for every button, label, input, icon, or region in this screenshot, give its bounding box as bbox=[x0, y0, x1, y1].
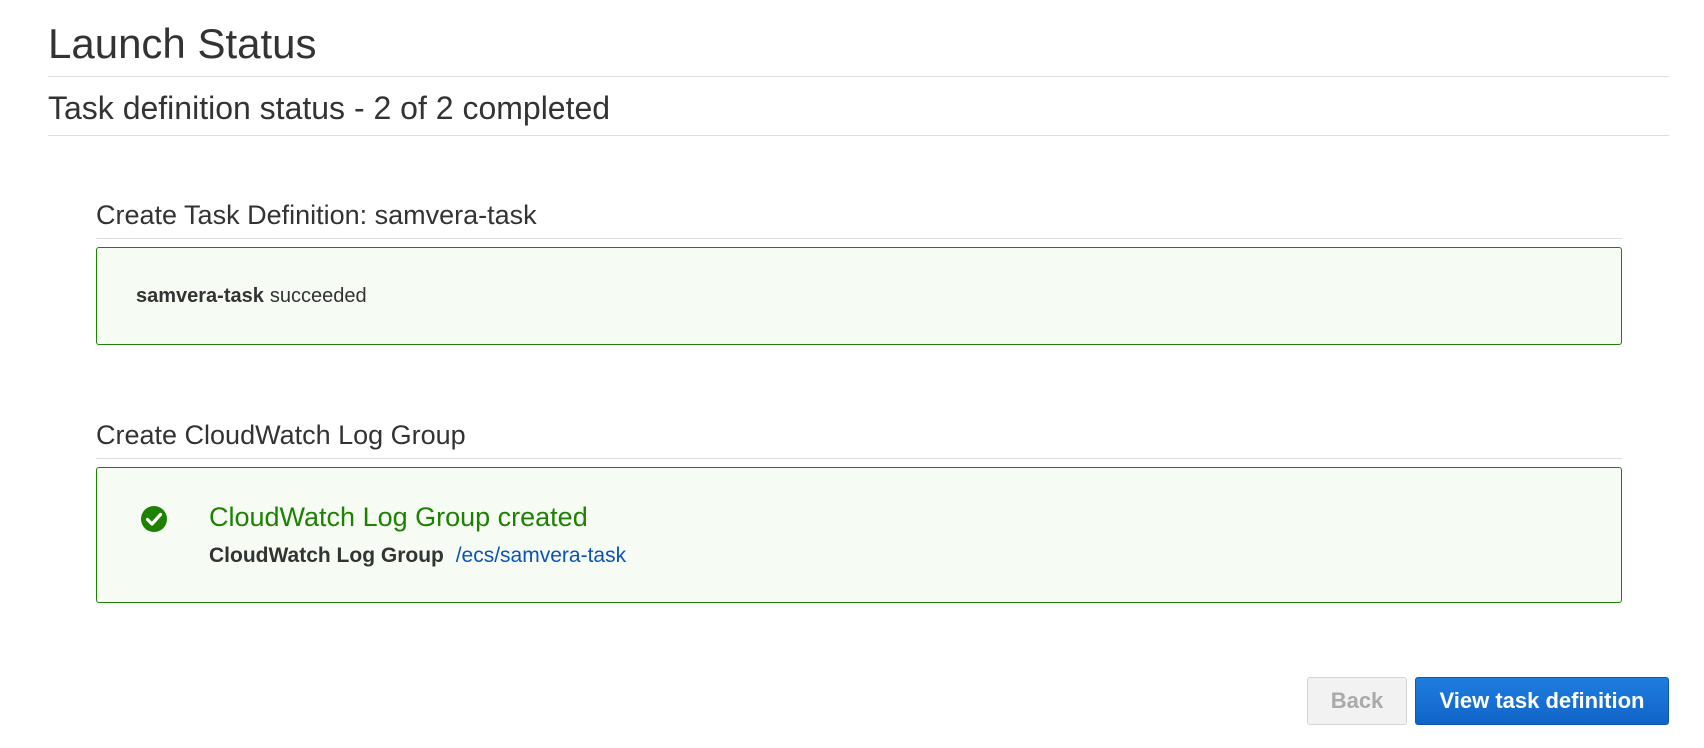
step-title: Create CloudWatch Log Group bbox=[96, 418, 1622, 459]
log-group-detail: CloudWatch Log Group /ecs/samvera-task bbox=[209, 542, 626, 570]
view-task-definition-button[interactable]: View task definition bbox=[1415, 677, 1669, 725]
action-bar: Back View task definition bbox=[1307, 677, 1669, 725]
step-create-task-definition: Create Task Definition: samvera-task sam… bbox=[96, 198, 1622, 345]
task-name: samvera-task bbox=[136, 284, 264, 307]
detail-label: CloudWatch Log Group bbox=[209, 544, 444, 567]
log-group-link[interactable]: /ecs/samvera-task bbox=[456, 544, 626, 567]
task-definition-result: samvera-task succeeded bbox=[96, 247, 1622, 345]
result-status-text: succeeded bbox=[269, 284, 367, 307]
launch-status-page: Launch Status Task definition status - 2… bbox=[48, 0, 1669, 603]
status-heading: Task definition status - 2 of 2 complete… bbox=[48, 77, 1669, 136]
result-title: CloudWatch Log Group created bbox=[209, 502, 588, 532]
page-title: Launch Status bbox=[48, 0, 1669, 77]
check-circle-icon bbox=[141, 506, 167, 532]
back-button[interactable]: Back bbox=[1307, 677, 1407, 725]
step-create-log-group: Create CloudWatch Log Group CloudWatch L… bbox=[96, 418, 1622, 603]
log-group-result: CloudWatch Log Group created CloudWatch … bbox=[96, 467, 1622, 603]
steps-list: Create Task Definition: samvera-task sam… bbox=[96, 198, 1622, 603]
step-title: Create Task Definition: samvera-task bbox=[96, 198, 1622, 239]
